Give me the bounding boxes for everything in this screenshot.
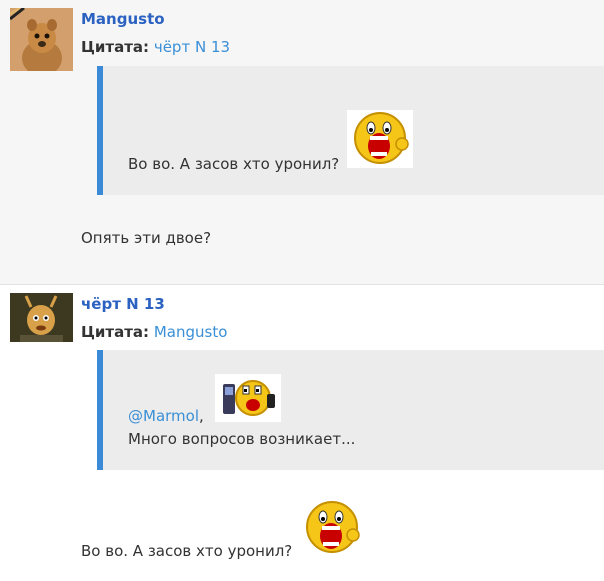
user-mention-link[interactable]: @Marmol [128,407,199,425]
post-body: Во во. А засов хто уронил? [81,542,293,560]
quote-mention-line: @Marmol, [128,407,204,425]
phone-smiley-icon [215,374,281,422]
quote-header: Цитата: чёрт N 13 [81,38,230,56]
post-author[interactable]: чёрт N 13 [81,295,165,313]
quote-box: @Marmol, Много вопросов возникает... [97,350,604,470]
post-author[interactable]: Mangusto [81,10,165,28]
quote-text: Во во. А засов хто уронил? [128,155,340,173]
forum-post: чёрт N 13 Цитата: Mangusto @Marmol, Мног… [0,285,604,581]
quote-text: Много вопросов возникает... [128,430,356,448]
quote-label: Цитата: [81,38,150,56]
avatar[interactable] [10,293,73,342]
post-body: Опять эти двое? [81,229,212,247]
quote-box: Во во. А засов хто уронил? [97,66,604,195]
quote-source-link[interactable]: чёрт N 13 [154,38,230,56]
quote-label: Цитата: [81,323,150,341]
mention-comma: , [199,407,204,425]
laughing-smiley-icon [347,110,413,168]
quote-source-link[interactable]: Mangusto [154,323,228,341]
quote-header: Цитата: Mangusto [81,323,227,341]
laughing-smiley-icon [302,497,362,563]
forum-post: Mangusto Цитата: чёрт N 13 Во во. А засо… [0,0,604,285]
avatar[interactable] [9,6,73,76]
